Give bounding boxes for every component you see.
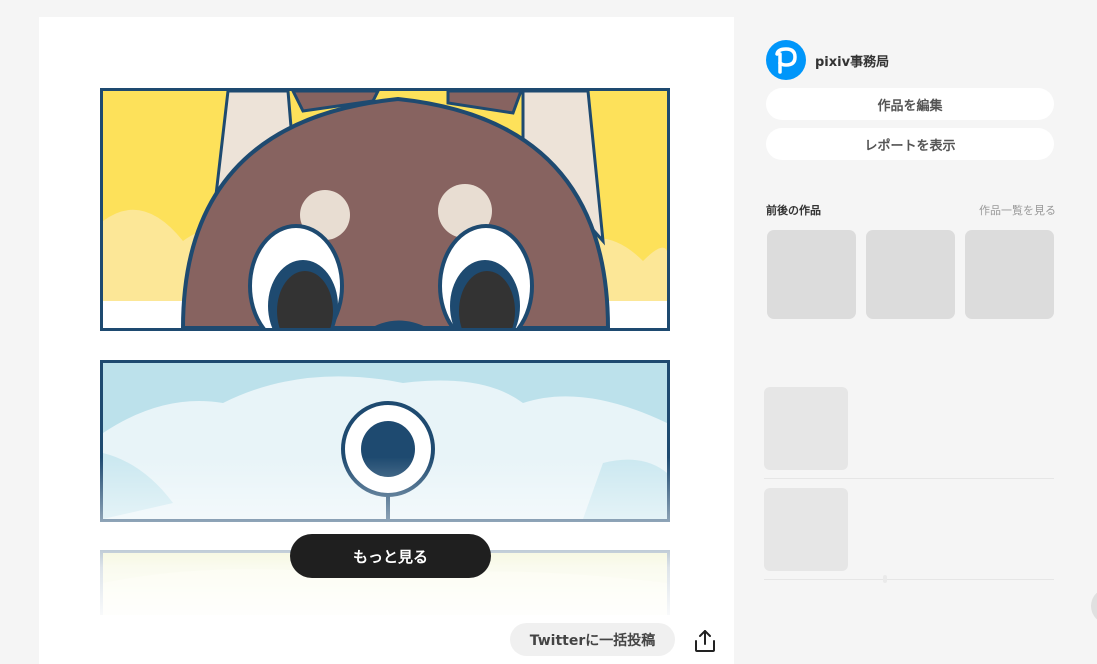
list-item-thumbnail[interactable] — [764, 387, 848, 470]
related-works-header: 前後の作品 作品一覧を見る — [766, 202, 1056, 218]
related-works-title: 前後の作品 — [766, 204, 821, 217]
view-all-works-link[interactable]: 作品一覧を見る — [979, 202, 1056, 218]
sidebar: pixiv事務局 作品を編集 レポートを表示 前後の作品 作品一覧を見る — [766, 40, 1056, 319]
manga-panel-2 — [100, 360, 670, 522]
work-thumbnail[interactable] — [965, 230, 1054, 319]
floating-action-button[interactable] — [1091, 588, 1097, 624]
twitter-bulk-post-button[interactable]: Twitterに一括投稿 — [510, 623, 675, 656]
share-upload-icon[interactable] — [694, 629, 716, 653]
artwork-action-bar: Twitterに一括投稿 — [39, 615, 734, 664]
work-thumbnail[interactable] — [767, 230, 856, 319]
author-profile[interactable]: pixiv事務局 — [766, 40, 1056, 80]
list-item-thumbnail[interactable] — [764, 488, 848, 571]
list-item[interactable] — [764, 387, 1054, 479]
view-report-button[interactable]: レポートを表示 — [766, 128, 1054, 160]
manga-panel-1 — [100, 88, 670, 331]
work-thumbnail[interactable] — [866, 230, 955, 319]
artwork-viewer: もっと見る Twitterに一括投稿 — [39, 17, 734, 664]
related-works-thumbnails — [766, 230, 1056, 319]
pixiv-logo-icon[interactable] — [766, 40, 806, 80]
placeholder-mark — [883, 575, 887, 583]
author-name[interactable]: pixiv事務局 — [815, 51, 889, 70]
edit-artwork-button[interactable]: 作品を編集 — [766, 88, 1054, 120]
list-item[interactable] — [764, 488, 1054, 580]
show-more-button[interactable]: もっと見る — [290, 534, 491, 578]
